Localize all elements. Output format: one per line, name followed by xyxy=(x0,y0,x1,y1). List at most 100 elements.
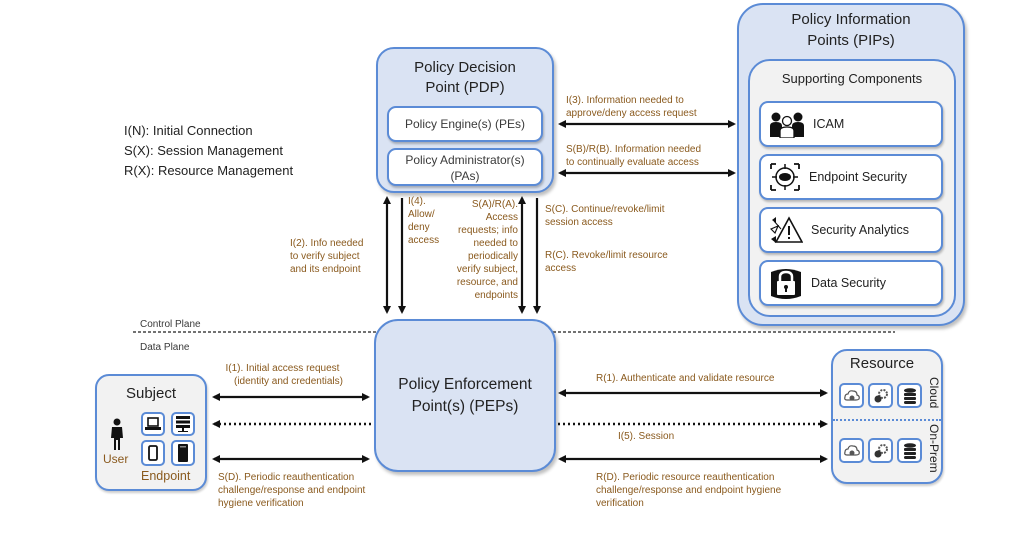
pip-title-line1: Policy Information xyxy=(791,11,911,28)
flow-label-sb: S(B)/R(B). Information needed to continu… xyxy=(566,143,701,169)
users-icon xyxy=(770,112,804,138)
flow-label-line: approve/deny access request xyxy=(566,108,697,119)
tower-icon xyxy=(178,444,188,462)
flow-label-i5: I(5). Session xyxy=(618,431,675,442)
device-tile xyxy=(171,440,195,466)
legend-initial: I(N): Initial Connection xyxy=(124,123,253,138)
flow-label-line: session access xyxy=(545,217,613,228)
flow-label-sc: S(C). Continue/revoke/limit session acce… xyxy=(545,203,664,229)
onprem-label: On-Prem xyxy=(927,424,941,473)
subject-box[interactable]: Subject User Endpoint xyxy=(95,374,207,491)
supporting-components-title: Supporting Components xyxy=(781,71,923,86)
flow-label-line: R(D). Periodic resource reauthentication xyxy=(596,472,775,483)
flow-label-rd: R(D). Periodic resource reauthentication… xyxy=(596,471,781,510)
database-icon xyxy=(903,442,916,459)
resource-title: Resource xyxy=(849,355,915,372)
flow-label-line: I(2). Info needed xyxy=(290,238,364,249)
flow-label-r1: R(1). Authenticate and validate resource xyxy=(596,373,775,384)
supporting-components: Supporting Components ICAM Endpoint Secu… xyxy=(748,59,956,317)
pip-item-label: Security Analytics xyxy=(811,223,909,237)
resource-tile xyxy=(868,383,893,408)
cloud-onprem-divider xyxy=(833,419,941,421)
flow-label-line: R(C). Revoke/limit resource xyxy=(545,250,668,261)
pip-title-line2: Points (PIPs) xyxy=(807,32,895,49)
flow-label-line: S(D). Periodic reauthentication xyxy=(218,472,355,483)
flow-label-line: needed to xyxy=(473,238,519,249)
gears-icon xyxy=(874,388,888,402)
phone-icon xyxy=(148,445,158,461)
data-plane-label: Data Plane xyxy=(140,342,190,353)
flow-label-line: verification xyxy=(596,498,644,509)
user-label: User xyxy=(103,452,129,466)
legend: I(N): Initial Connection S(X): Session M… xyxy=(124,121,293,181)
flow-label-i4: I(4). Allow/ deny access xyxy=(408,195,439,247)
flow-label-line: periodically xyxy=(467,251,518,262)
pip-item-icam[interactable]: ICAM xyxy=(759,101,943,147)
resource-tile xyxy=(839,383,864,408)
flow-label-line: verify subject, xyxy=(456,264,518,275)
flow-label-line: endpoints xyxy=(474,290,518,301)
pip-item-security-analytics[interactable]: Security Analytics xyxy=(759,207,943,253)
policy-admin-line2: (PAs) xyxy=(450,169,480,183)
pip-item-label: ICAM xyxy=(813,117,845,131)
device-tile xyxy=(141,440,165,466)
flow-label-line: (identity and credentials) xyxy=(234,376,343,387)
pip-item-label: Data Security xyxy=(811,276,887,290)
policy-admin-line1: Policy Administrator(s) xyxy=(405,153,525,167)
server-icon xyxy=(176,416,190,432)
endpoint-label: Endpoint xyxy=(141,469,191,483)
resource-tile xyxy=(897,438,922,463)
flow-label-i3: I(3). Information needed to approve/deny… xyxy=(566,94,697,120)
flow-label-line: challenge/response and endpoint xyxy=(218,485,366,496)
flow-label-line: access xyxy=(545,263,577,274)
flow-label-line: I(4). xyxy=(408,196,426,207)
flow-label-line: I(3). Information needed to xyxy=(566,95,684,106)
policy-decision-point[interactable]: Policy Decision Point (PDP) Policy Engin… xyxy=(376,47,554,193)
pip-item-data-security[interactable]: Data Security xyxy=(759,260,943,306)
flow-label-sa: S(A)/R(A). Access requests; info needed … xyxy=(436,198,518,302)
pip-item-endpoint-security[interactable]: Endpoint Security xyxy=(759,154,943,200)
flow-label-line: S(A)/R(A). xyxy=(471,199,518,210)
flow-label-line: deny xyxy=(408,222,430,233)
flow-label-line: I(1). Initial access request xyxy=(225,363,340,374)
user-icon xyxy=(111,418,123,450)
flow-label-line: Access xyxy=(485,212,518,223)
resource-tile xyxy=(868,438,893,463)
flow-label-line: resource, and xyxy=(456,277,518,288)
policy-engine-label: Policy Engine(s) (PEs) xyxy=(404,117,526,131)
flow-label-i2: I(2). Info needed to verify subject and … xyxy=(290,237,363,276)
laptop-icon xyxy=(145,417,161,430)
pep-title-line2: Point(s) (PEPs) xyxy=(411,397,519,415)
resource-box[interactable]: Resource Cloud On-Prem xyxy=(831,349,943,484)
cloud-gear-icon xyxy=(843,389,860,401)
flow-label-line: challenge/response and endpoint hygiene xyxy=(596,485,782,496)
legend-session: S(X): Session Management xyxy=(124,143,283,158)
control-plane-label: Control Plane xyxy=(140,319,201,330)
database-lock-icon xyxy=(771,269,801,299)
flow-label-i1: I(1). Initial access request (identity a… xyxy=(222,362,343,388)
cloud-label: Cloud xyxy=(927,377,941,409)
policy-enforcement-point[interactable]: Policy Enforcement Point(s) (PEPs) xyxy=(374,319,556,472)
policy-administrator[interactable]: Policy Administrator(s) (PAs) xyxy=(387,148,543,186)
resource-tile xyxy=(897,383,922,408)
warning-analytics-icon xyxy=(769,216,803,243)
flow-label-line: S(B)/R(B). Information needed xyxy=(566,144,702,155)
pep-title-line1: Policy Enforcement xyxy=(398,375,532,393)
resource-tile xyxy=(839,438,864,463)
device-tile xyxy=(141,412,165,436)
legend-resource: R(X): Resource Management xyxy=(124,163,294,178)
policy-information-points[interactable]: Policy Information Points (PIPs) Support… xyxy=(737,3,965,326)
flow-label-line: access xyxy=(408,235,440,246)
flow-label-line: to verify subject xyxy=(290,251,360,262)
pdp-title-line2: Point (PDP) xyxy=(425,79,505,96)
flow-label-line: requests; info xyxy=(457,225,518,236)
subject-title: Subject xyxy=(125,385,177,402)
gears-icon xyxy=(874,443,888,457)
cloud-gear-icon xyxy=(843,444,860,456)
pip-item-label: Endpoint Security xyxy=(809,170,907,184)
flow-label-line: S(C). Continue/revoke/limit xyxy=(545,204,665,215)
policy-engine[interactable]: Policy Engine(s) (PEs) xyxy=(387,106,543,142)
flow-label-line: hygiene verification xyxy=(218,498,304,509)
flow-label-rc: R(C). Revoke/limit resource access xyxy=(545,249,668,275)
bug-target-icon xyxy=(770,163,800,191)
